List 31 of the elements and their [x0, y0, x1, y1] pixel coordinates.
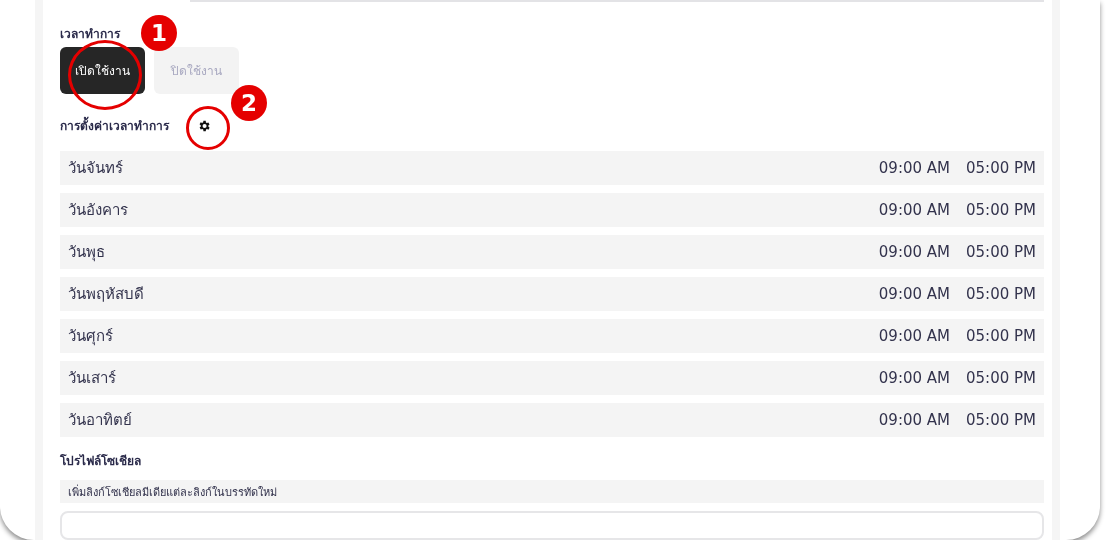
close-time: 05:00 PM — [966, 201, 1036, 219]
day-label: วันพฤหัสบดี — [68, 284, 145, 305]
toggle-button[interactable]: เปิดใช้งาน — [60, 47, 145, 94]
day-label: วันจันทร์ — [68, 158, 124, 179]
close-time: 05:00 PM — [966, 369, 1036, 387]
input-field[interactable] — [60, 511, 1044, 540]
settings-icon[interactable] — [197, 118, 211, 133]
section-label: โปรไฟล์โซเชียล — [60, 453, 141, 470]
day-label: วันศุกร์ — [68, 326, 114, 348]
close-time: 05:00 PM — [966, 159, 1036, 177]
highlight-ring — [186, 106, 230, 150]
open-time: 09:00 AM — [878, 201, 950, 219]
step-number: 1 — [141, 15, 177, 51]
open-time: 09:00 AM — [878, 327, 950, 345]
hint-text: เพิ่มลิงก์โซเชียลมีเดียแต่ละลิงก์ในบรรทัดใหม่ — [60, 480, 1044, 504]
open-time: 09:00 AM — [878, 285, 950, 303]
day-label: วันอาทิตย์ — [68, 410, 133, 431]
day-label: วันอังคาร — [68, 200, 129, 221]
close-time: 05:00 PM — [966, 243, 1036, 261]
open-time: 09:00 AM — [878, 243, 950, 261]
day-label: วันพุธ — [68, 242, 106, 264]
close-time: 05:00 PM — [966, 285, 1036, 303]
open-time: 09:00 AM — [878, 369, 950, 387]
close-time: 05:00 PM — [966, 327, 1036, 345]
open-time: 09:00 AM — [878, 159, 950, 177]
open-time: 09:00 AM — [878, 411, 950, 429]
section-label: การตั้งค่าเวลาทำการ — [60, 116, 169, 135]
close-time: 05:00 PM — [966, 411, 1036, 429]
day-label: วันเสาร์ — [68, 368, 117, 389]
step-number: 2 — [231, 85, 267, 121]
section-label: เวลาทำการ — [60, 26, 120, 43]
